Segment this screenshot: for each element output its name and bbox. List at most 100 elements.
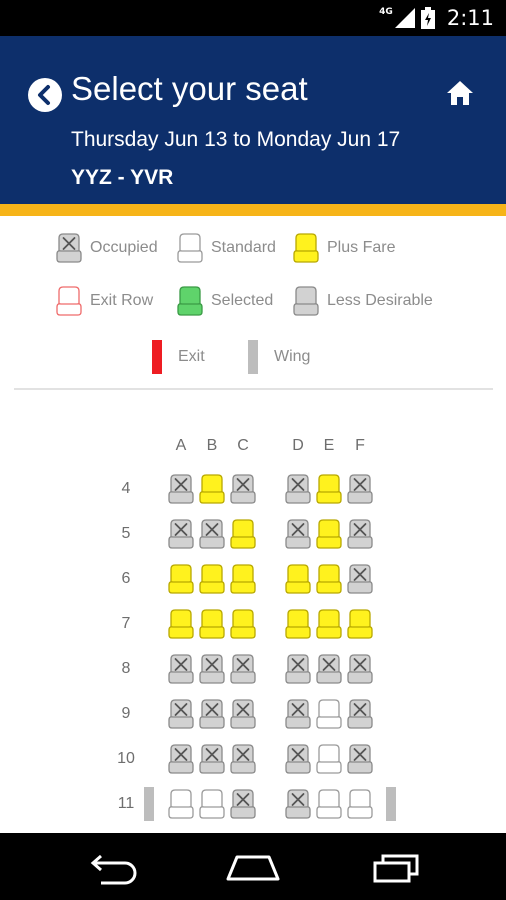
seat-10f — [347, 744, 373, 774]
legend-exit: Exit — [152, 340, 205, 374]
seat-7f[interactable] — [347, 608, 373, 640]
legend-divider — [14, 388, 493, 390]
column-header-a: A — [175, 437, 187, 454]
seat-8a — [168, 654, 194, 684]
seat-5d — [285, 519, 311, 549]
legend-exit-row: Exit Row — [56, 285, 153, 317]
column-header-e: E — [323, 437, 335, 454]
seat-11e[interactable] — [316, 788, 342, 820]
seat-8f — [347, 654, 373, 684]
seat-5a — [168, 519, 194, 549]
column-header-f: F — [355, 437, 365, 454]
legend-occupied: Occupied — [56, 232, 158, 264]
occupied-seat-icon — [56, 233, 82, 263]
plus-fare-seat-icon — [293, 233, 319, 263]
legend-less-desirable-label: Less Desirable — [327, 292, 433, 309]
nav-back-button[interactable] — [73, 843, 153, 891]
row-number-9: 9 — [121, 705, 131, 722]
seat-4e[interactable] — [316, 473, 342, 505]
column-header-d: D — [292, 437, 304, 454]
seat-4b[interactable] — [199, 473, 225, 505]
seat-9b — [199, 699, 225, 729]
seat-10e[interactable] — [316, 743, 342, 775]
seat-10d — [285, 744, 311, 774]
seat-7e[interactable] — [316, 608, 342, 640]
back-button[interactable] — [28, 78, 62, 112]
home-nav-icon — [226, 855, 280, 881]
home-icon — [447, 81, 473, 105]
row-number-6: 6 — [121, 570, 131, 587]
seat-7b[interactable] — [199, 608, 225, 640]
seat-7a[interactable] — [168, 608, 194, 640]
home-button[interactable] — [446, 80, 474, 106]
seat-4c — [230, 474, 256, 504]
seat-4d — [285, 474, 311, 504]
clock: 2:11 — [446, 6, 494, 30]
row-number-11: 11 — [117, 795, 135, 812]
seat-10c — [230, 744, 256, 774]
seat-5b — [199, 519, 225, 549]
seat-8d — [285, 654, 311, 684]
exit-marker-icon — [152, 340, 162, 374]
legend-plus-fare: Plus Fare — [293, 232, 395, 264]
seat-6e[interactable] — [316, 563, 342, 595]
seat-6b[interactable] — [199, 563, 225, 595]
selected-seat-icon — [177, 286, 203, 316]
seat-11c — [230, 789, 256, 819]
trip-dates: Thursday Jun 13 to Monday Jun 17 — [71, 128, 401, 151]
seat-9f — [347, 699, 373, 729]
seat-5c[interactable] — [230, 518, 256, 550]
legend-selected: Selected — [177, 285, 273, 317]
back-nav-icon — [90, 854, 137, 885]
exit-row-seat-icon — [56, 286, 82, 316]
wing-marker-icon — [248, 340, 258, 374]
less-desirable-seat-icon — [293, 286, 319, 316]
row-number-7: 7 — [121, 615, 131, 632]
seat-11b[interactable] — [199, 788, 225, 820]
legend-exit-label: Exit — [178, 348, 205, 365]
wing-marker-right — [386, 787, 396, 821]
seat-6f — [347, 564, 373, 594]
recents-nav-icon — [373, 854, 419, 883]
navigation-bar — [0, 833, 506, 900]
status-bar: 4G 2:11 — [0, 0, 506, 36]
legend-standard-label: Standard — [211, 239, 276, 256]
seat-5e[interactable] — [316, 518, 342, 550]
seat-8e — [316, 654, 342, 684]
seat-11f[interactable] — [347, 788, 373, 820]
page-title: Select your seat — [71, 70, 308, 107]
nav-recents-button[interactable] — [355, 843, 435, 891]
seat-11d — [285, 789, 311, 819]
legend-less-desirable: Less Desirable — [293, 285, 433, 317]
seat-9e[interactable] — [316, 698, 342, 730]
route: YYZ - YVR — [71, 166, 174, 189]
chevron-left-icon — [38, 85, 50, 105]
legend-selected-label: Selected — [211, 292, 274, 309]
seat-11a[interactable] — [168, 788, 194, 820]
seat-9d — [285, 699, 311, 729]
seat-6d[interactable] — [285, 563, 311, 595]
seat-7d[interactable] — [285, 608, 311, 640]
seat-10a — [168, 744, 194, 774]
seat-5f — [347, 519, 373, 549]
status-icons: 4G 2:11 — [379, 5, 494, 31]
battery-icon — [420, 7, 435, 29]
seat-8b — [199, 654, 225, 684]
legend-wing-label: Wing — [274, 348, 311, 365]
column-header-c: C — [237, 437, 249, 454]
nav-home-button[interactable] — [213, 843, 293, 891]
legend-occupied-label: Occupied — [90, 239, 158, 256]
seat-9c — [230, 699, 256, 729]
row-number-5: 5 — [121, 525, 131, 542]
network-type: 4G — [379, 7, 393, 17]
wing-marker-left — [144, 787, 154, 821]
seat-6c[interactable] — [230, 563, 256, 595]
seat-10b — [199, 744, 225, 774]
legend-exit-row-label: Exit Row — [90, 292, 154, 309]
seat-8c — [230, 654, 256, 684]
seat-6a[interactable] — [168, 563, 194, 595]
row-number-8: 8 — [121, 660, 131, 677]
seat-7c[interactable] — [230, 608, 256, 640]
legend-wing: Wing — [248, 340, 310, 374]
signal-icon — [394, 8, 415, 28]
